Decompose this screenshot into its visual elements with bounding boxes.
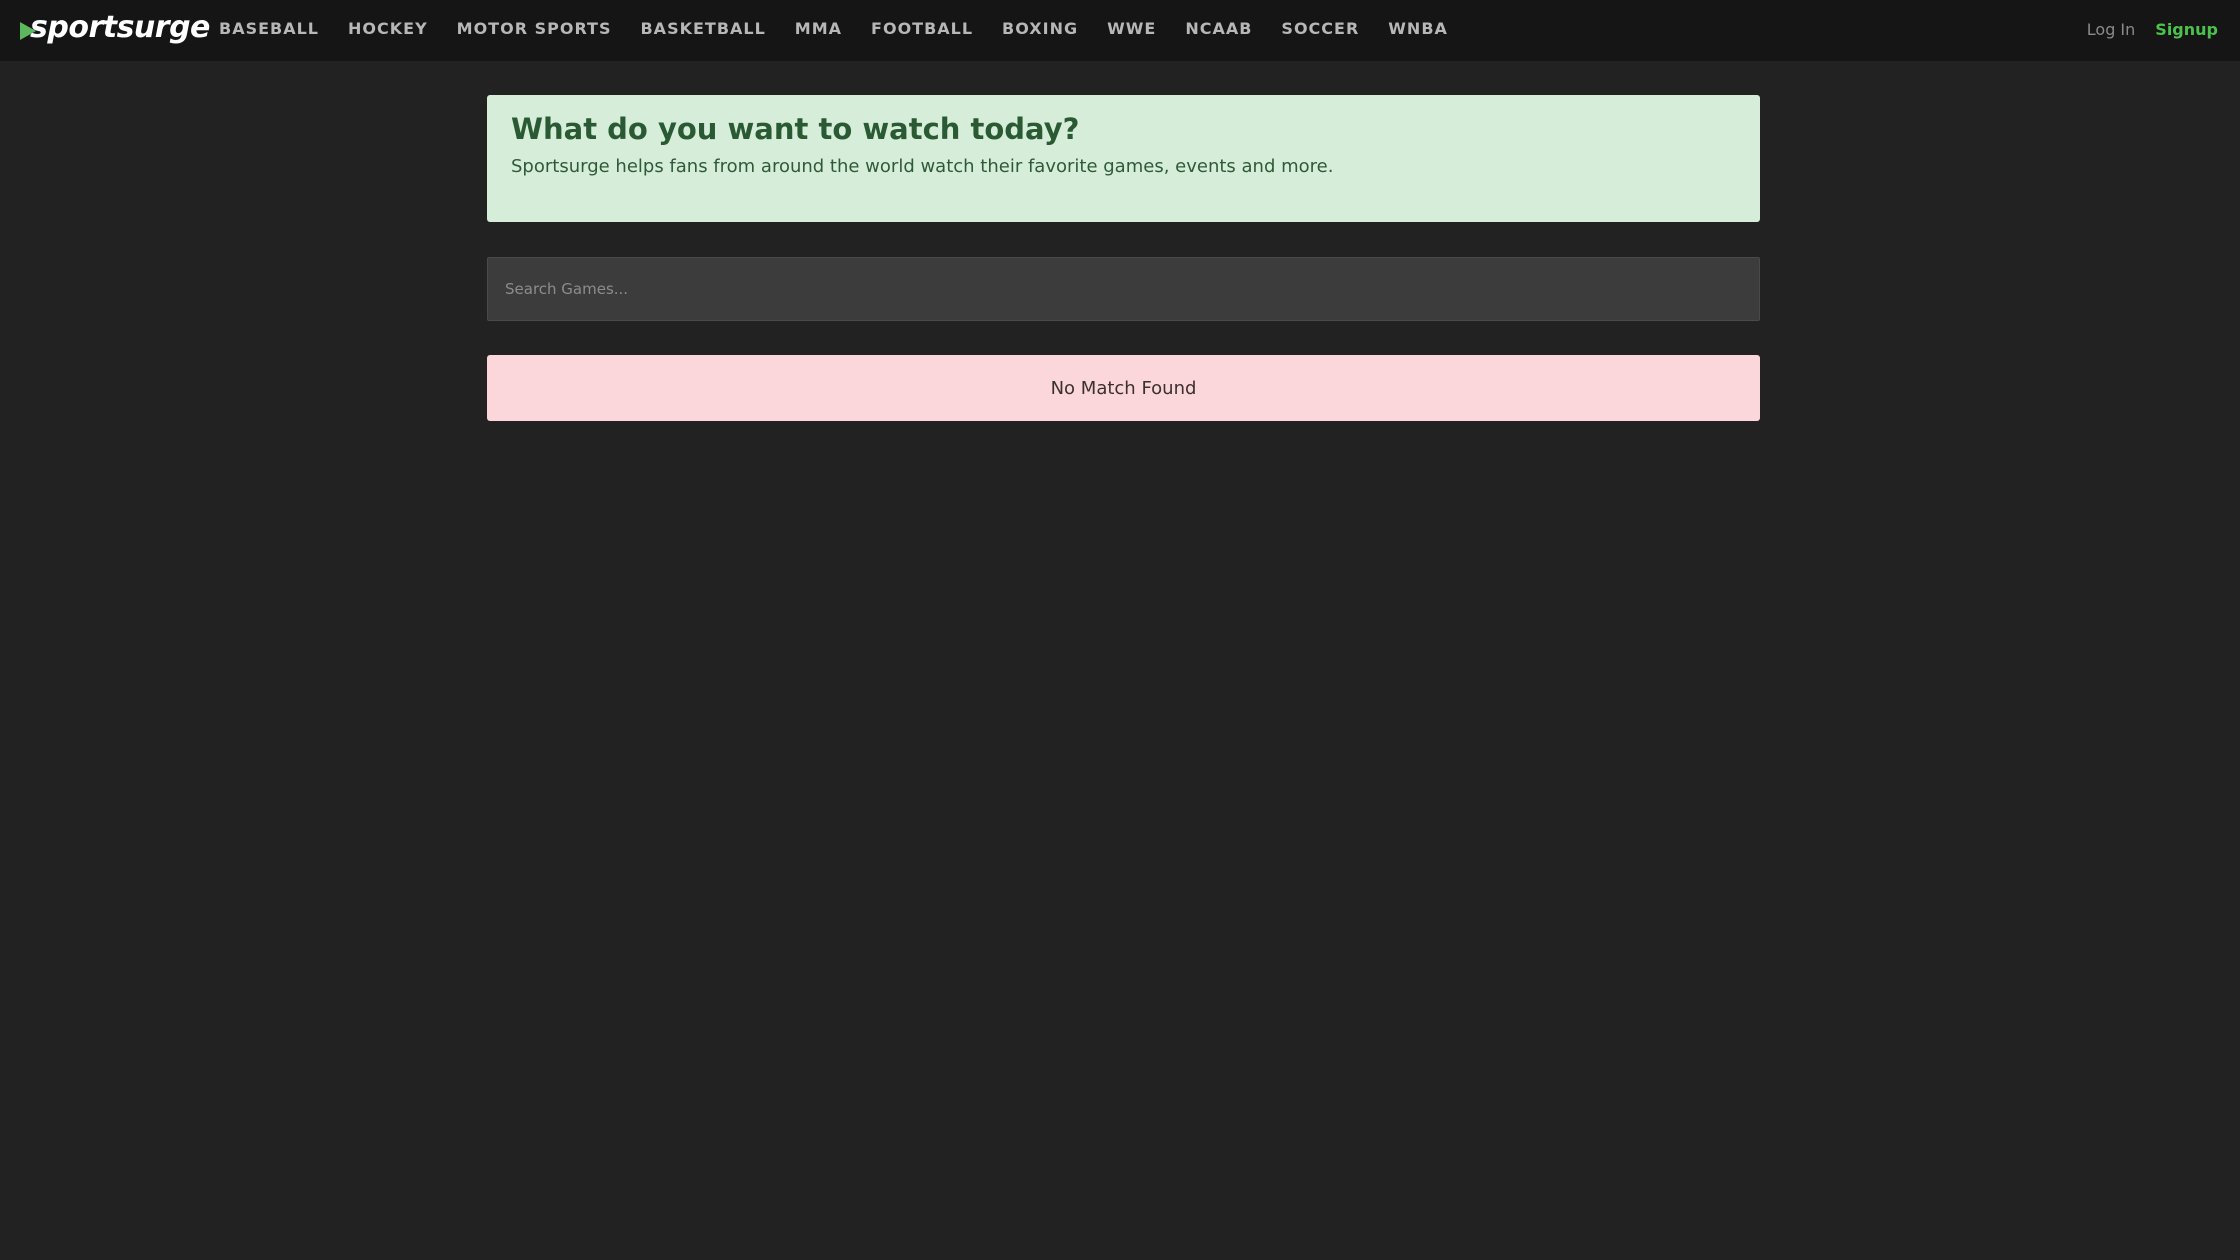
login-link[interactable]: Log In: [2087, 20, 2136, 39]
nav-item-soccer[interactable]: SOCCER: [1281, 19, 1359, 38]
page-subtitle: Sportsurge helps fans from around the wo…: [511, 156, 1334, 177]
brand-logo-link[interactable]: sportsurge: [20, 8, 210, 48]
main-content: What do you want to watch today? Sportsu…: [487, 95, 1760, 421]
search-container: [487, 257, 1760, 321]
nav-item-ncaab[interactable]: NCAAB: [1185, 19, 1252, 38]
no-match-alert: No Match Found: [487, 355, 1760, 421]
nav-item-basketball[interactable]: BASKETBALL: [640, 19, 765, 38]
nav-item-motor-sports[interactable]: MOTOR SPORTS: [457, 19, 612, 38]
brand-name: sportsurge: [30, 10, 210, 45]
nav-item-football[interactable]: FOOTBALL: [871, 19, 973, 38]
signup-link[interactable]: Signup: [2155, 20, 2218, 39]
page-title: What do you want to watch today?: [511, 112, 1080, 146]
no-match-message: No Match Found: [1050, 377, 1197, 399]
nav-item-mma[interactable]: MMA: [795, 19, 842, 38]
nav-item-wnba[interactable]: WNBA: [1388, 19, 1448, 38]
auth-links: Log In Signup: [2087, 0, 2218, 58]
play-icon: [20, 22, 36, 40]
search-input[interactable]: [487, 257, 1760, 321]
nav-item-baseball[interactable]: BASEBALL: [219, 19, 319, 38]
nav-item-wwe[interactable]: WWE: [1107, 19, 1156, 38]
welcome-banner: What do you want to watch today? Sportsu…: [487, 95, 1760, 222]
sport-nav: BASEBALL HOCKEY MOTOR SPORTS BASKETBALL …: [219, 0, 1477, 56]
nav-item-hockey[interactable]: HOCKEY: [348, 19, 428, 38]
nav-item-boxing[interactable]: BOXING: [1002, 19, 1078, 38]
top-navbar: sportsurge BASEBALL HOCKEY MOTOR SPORTS …: [0, 0, 2240, 61]
